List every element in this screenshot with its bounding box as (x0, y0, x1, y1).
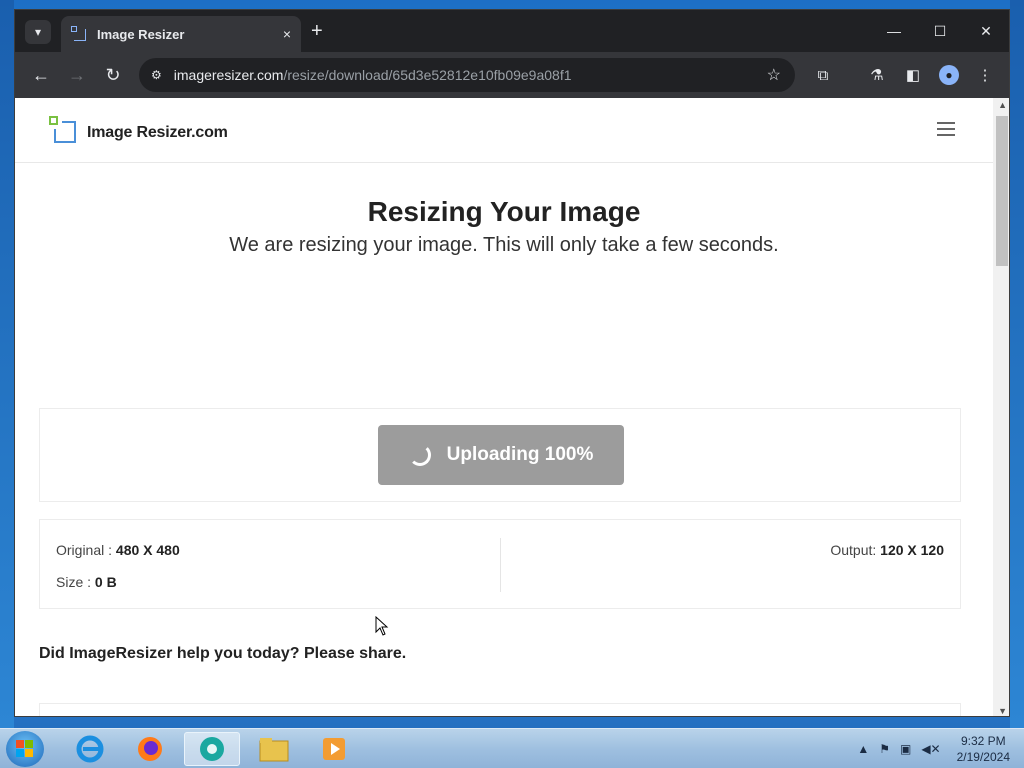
original-label: Original : (56, 542, 113, 558)
url-path: /resize/download/65d3e52812e10fb09e9a08f… (283, 67, 572, 83)
upload-status-card: Uploading 100% (39, 408, 961, 502)
browser-window: ▾ Image Resizer × + — ☐ ✕ ← → ↻ ⚙ imager… (14, 9, 1010, 717)
page-title: Resizing Your Image (367, 196, 641, 227)
file-explorer-icon[interactable] (246, 732, 302, 766)
extensions-icon[interactable]: ⧉ (811, 63, 835, 87)
site-info-icon[interactable]: ⚙ (151, 68, 162, 82)
share-card (39, 703, 961, 716)
side-panel-icon[interactable]: ◧ (901, 63, 925, 87)
media-player-icon[interactable] (306, 732, 362, 766)
taskbar: ▲ ⚑ ▣ ◀✕ 9:32 PM 2/19/2024 (0, 728, 1024, 768)
desktop-edge-left (0, 0, 14, 728)
clock[interactable]: 9:32 PM 2/19/2024 (957, 733, 1010, 765)
page-viewport: Image Resizer.com Resizing Your Image We… (15, 98, 1009, 716)
info-divider (500, 538, 501, 592)
start-button-icon[interactable] (6, 731, 44, 767)
reload-icon[interactable]: ↻ (101, 63, 125, 87)
action-center-flag-icon[interactable]: ⚑ (879, 742, 890, 756)
firefox-icon[interactable] (122, 732, 178, 766)
back-arrow-icon[interactable]: ← (29, 63, 53, 87)
address-bar[interactable]: ⚙ imageresizer.com/resize/download/65d3e… (139, 58, 795, 92)
browser-toolbar: ← → ↻ ⚙ imageresizer.com/resize/download… (15, 52, 1009, 98)
profile-avatar-icon[interactable]: ● (937, 63, 961, 87)
original-value: 480 X 480 (115, 542, 180, 558)
tab-search-icon[interactable]: ▾ (25, 20, 51, 44)
file-size: Size : 0 B (56, 574, 117, 590)
uploading-button: Uploading 100% (378, 425, 624, 485)
page-scrollbar[interactable]: ▲ ▼ (993, 98, 1009, 716)
mouse-cursor-icon (375, 616, 389, 636)
maximize-icon[interactable]: ☐ (917, 10, 963, 52)
scroll-up-arrow-icon[interactable]: ▲ (998, 100, 1007, 110)
original-dimensions: Original : 480 X 480 (56, 542, 180, 558)
internet-explorer-icon[interactable] (62, 732, 118, 766)
site-header: Image Resizer.com (15, 98, 993, 163)
browser-menu-icon[interactable]: ⋮ (973, 63, 997, 87)
page-subtitle: We are resizing your image. This will on… (229, 234, 779, 256)
output-value: 120 X 120 (880, 542, 944, 558)
size-value: 0 B (94, 574, 117, 590)
output-dimensions: Output: 120 X 120 (830, 542, 944, 558)
tab-close-icon[interactable]: × (283, 26, 291, 42)
url-host: imageresizer.com (173, 67, 284, 83)
browser-tab[interactable]: Image Resizer × (61, 16, 301, 52)
system-tray: ▲ ⚑ ▣ ◀✕ 9:32 PM 2/19/2024 (857, 733, 1010, 765)
clock-date: 2/19/2024 (956, 750, 1010, 764)
scroll-down-arrow-icon[interactable]: ▼ (998, 706, 1007, 716)
forward-arrow-icon[interactable]: → (65, 63, 89, 87)
close-window-icon[interactable]: ✕ (963, 10, 1009, 52)
volume-muted-icon[interactable]: ◀✕ (921, 742, 940, 756)
bookmark-star-icon[interactable]: ☆ (767, 65, 781, 85)
site-brand[interactable]: Image Resizer.com (87, 124, 228, 142)
window-controls: — ☐ ✕ (871, 10, 1009, 52)
new-tab-icon[interactable]: + (311, 21, 323, 41)
image-resizer-logo-icon[interactable] (49, 116, 77, 144)
image-info-card: Original : 480 X 480 Size : 0 B Output: … (39, 519, 961, 609)
output-label: Output: (830, 542, 877, 558)
tab-title: Image Resizer (97, 26, 185, 42)
minimize-icon[interactable]: — (871, 10, 917, 52)
labs-flask-icon[interactable]: ⚗ (865, 63, 889, 87)
tab-strip: ▾ Image Resizer × + — ☐ ✕ (15, 10, 1009, 52)
network-icon[interactable]: ▣ (900, 742, 911, 756)
size-label: Size : (56, 574, 92, 590)
share-prompt: Did ImageResizer help you today? Please … (39, 645, 407, 662)
uploading-label: Uploading 100% (446, 444, 594, 465)
hamburger-menu-icon[interactable] (937, 122, 955, 136)
show-hidden-icons-icon[interactable]: ▲ (857, 742, 869, 756)
desktop-edge-right (1010, 0, 1024, 728)
scroll-thumb[interactable] (996, 116, 1008, 266)
image-resizer-favicon-icon (71, 26, 87, 42)
spinner-icon (408, 444, 431, 466)
clock-time: 9:32 PM (960, 734, 1006, 748)
chrome-beta-icon[interactable] (184, 732, 240, 766)
